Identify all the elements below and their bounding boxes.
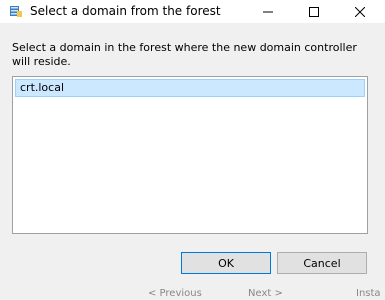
close-icon: [354, 6, 365, 17]
server-manager-icon: [9, 4, 23, 18]
minimize-button[interactable]: [245, 0, 290, 23]
title-bar: Select a domain from the forest: [0, 0, 385, 23]
background-previous-button: < Previous: [148, 288, 202, 299]
maximize-icon: [308, 6, 319, 17]
instruction-text: Select a domain in the forest where the …: [12, 41, 357, 68]
domain-list[interactable]: crt.local: [12, 76, 368, 234]
domain-list-item[interactable]: crt.local: [15, 79, 365, 97]
cancel-button[interactable]: Cancel: [277, 252, 367, 274]
minimize-icon: [262, 11, 273, 12]
background-install-button: Insta: [356, 288, 381, 299]
window-title: Select a domain from the forest: [30, 4, 221, 18]
maximize-button[interactable]: [291, 0, 336, 23]
close-button[interactable]: [337, 0, 382, 23]
background-next-button: Next >: [248, 288, 283, 299]
ok-button[interactable]: OK: [181, 252, 271, 274]
